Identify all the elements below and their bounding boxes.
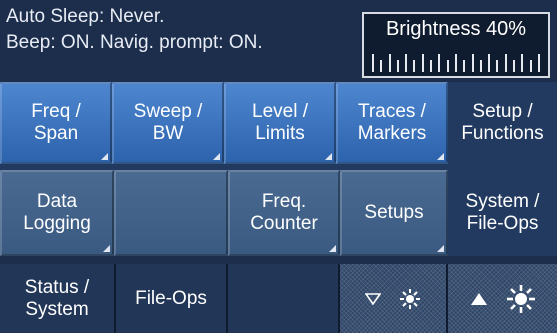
sun-large-icon (506, 284, 535, 313)
brightness-down-button[interactable] (340, 264, 448, 333)
status-area: Auto Sleep: Never. Beep: ON. Navig. prom… (0, 0, 557, 82)
brightness-tick (413, 60, 416, 72)
brightness-tick (430, 60, 433, 72)
brightness-tick (405, 54, 408, 72)
system-file-ops-line1: System / (465, 191, 540, 212)
tab-level-limits-line2: Limits (255, 123, 305, 144)
freq-counter-line2: Counter (250, 213, 318, 234)
brightness-tick (446, 60, 449, 72)
tab-level-limits[interactable]: Level / Limits (224, 82, 336, 164)
brightness-label: Brightness 40% (385, 18, 527, 40)
corner-indicator-icon (213, 153, 220, 160)
brightness-tick (372, 54, 374, 72)
status-system-line1: Status / (24, 276, 90, 298)
brightness-tick (479, 60, 482, 72)
brightness-tick (537, 54, 540, 72)
freq-counter-line1: Freq. (261, 191, 307, 212)
brightness-tick (521, 54, 524, 72)
blank-function-button[interactable] (114, 170, 228, 256)
corner-indicator-icon (101, 153, 108, 160)
brightness-tick (496, 60, 499, 72)
status-line-beep: Beep: ON. Navig. prompt: ON. (6, 32, 263, 53)
tab-traces-markers-line1: Traces / (358, 101, 426, 122)
system-file-ops-line2: File-Ops (466, 213, 539, 234)
brightness-tick (388, 54, 391, 72)
brightness-indicator: Brightness 40% (362, 12, 550, 78)
tab-freq-span-line1: Freq / (31, 101, 81, 122)
corner-indicator-icon (437, 153, 444, 160)
triangle-down-icon (365, 292, 381, 305)
brightness-tick (471, 54, 474, 72)
tab-freq-span[interactable]: Freq / Span (0, 82, 112, 164)
brightness-down-icon (365, 288, 421, 310)
brightness-up-icon (470, 284, 536, 314)
sun-small-icon (400, 288, 420, 309)
status-system-button[interactable]: Status / System (0, 264, 116, 333)
tab-setup-functions[interactable]: Setup / Functions (448, 82, 557, 164)
brightness-tick (380, 60, 383, 72)
tab-level-limits-line1: Level / (252, 101, 308, 122)
brightness-tick (454, 54, 457, 72)
tab-traces-markers-line2: Markers (357, 123, 427, 144)
brightness-scale (372, 52, 540, 72)
corner-indicator-icon (103, 245, 110, 252)
tab-setup-functions-line1: Setup / (472, 101, 533, 122)
tab-sweep-bw-line2: BW (152, 123, 184, 144)
brightness-tick (513, 60, 516, 72)
file-ops-button[interactable]: File-Ops (116, 264, 228, 333)
tab-sweep-bw-line1: Sweep / (133, 101, 203, 122)
status-line-auto-sleep: Auto Sleep: Never. (6, 6, 165, 27)
system-file-ops-button[interactable]: System / File-Ops (448, 170, 557, 256)
brightness-tick (396, 60, 399, 72)
brightness-tick (438, 54, 441, 72)
brightness-tick (504, 54, 507, 72)
corner-indicator-icon (329, 245, 336, 252)
corner-indicator-icon (325, 153, 332, 160)
setups-label: Setups (364, 202, 424, 223)
brightness-up-button[interactable] (448, 264, 557, 333)
freq-counter-button[interactable]: Freq. Counter (228, 170, 340, 256)
triangle-up-icon (470, 292, 487, 305)
file-ops-label: File-Ops (135, 287, 207, 309)
brightness-tick (529, 60, 532, 72)
data-logging-line2: Logging (23, 213, 91, 234)
empty-bar-slot (228, 264, 340, 333)
setups-button[interactable]: Setups (340, 170, 448, 256)
status-system-line2: System (25, 298, 89, 320)
tab-traces-markers[interactable]: Traces / Markers (336, 82, 448, 164)
tab-setup-functions-line2: Functions (461, 123, 544, 144)
data-logging-line1: Data (36, 191, 78, 212)
tab-freq-span-line2: Span (33, 123, 79, 144)
brightness-tick (463, 60, 466, 72)
brightness-tick (421, 54, 424, 72)
brightness-tick (488, 54, 491, 72)
data-logging-button[interactable]: Data Logging (0, 170, 114, 256)
tab-sweep-bw[interactable]: Sweep / BW (112, 82, 224, 164)
corner-indicator-icon (437, 245, 444, 252)
